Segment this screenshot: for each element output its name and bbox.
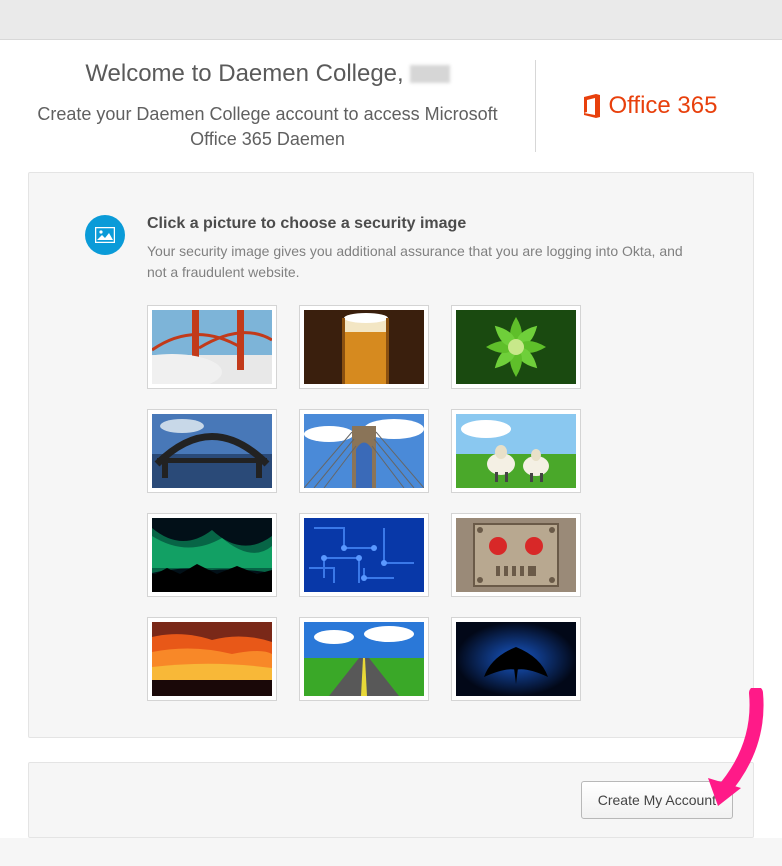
security-text-block: Click a picture to choose a security ima… <box>147 215 697 283</box>
security-image-circuit-board[interactable] <box>299 513 429 597</box>
security-image-green-succulent[interactable] <box>451 305 581 389</box>
security-image-aurora-borealis[interactable] <box>147 513 277 597</box>
security-image-grid <box>147 305 697 701</box>
welcome-title: Welcome to Daemen College, <box>28 60 507 88</box>
security-description: Your security image gives you additional… <box>147 241 697 283</box>
header-divider <box>535 60 536 152</box>
security-image-sunset-clouds[interactable] <box>147 617 277 701</box>
welcome-prefix: Welcome to Daemen College, <box>85 60 403 88</box>
username-redacted <box>410 65 450 83</box>
security-card: Click a picture to choose a security ima… <box>28 172 754 738</box>
security-image-beer-glass[interactable] <box>299 305 429 389</box>
picture-icon <box>85 215 125 255</box>
page: Welcome to Daemen College, Create your D… <box>0 40 782 838</box>
security-image-golden-gate-bridge[interactable] <box>147 305 277 389</box>
security-image-brooklyn-bridge[interactable] <box>299 409 429 493</box>
security-image-robot-face[interactable] <box>451 513 581 597</box>
office365-logo: Office 365 <box>581 92 718 120</box>
security-image-sheep-field[interactable] <box>451 409 581 493</box>
security-card-header: Click a picture to choose a security ima… <box>85 215 697 283</box>
footer-card: Create My Account <box>28 762 754 838</box>
content: Click a picture to choose a security ima… <box>0 172 782 838</box>
office365-text: Office 365 <box>609 92 718 120</box>
security-image-open-road[interactable] <box>299 617 429 701</box>
header-left: Welcome to Daemen College, Create your D… <box>28 60 527 152</box>
header-brand: Office 365 <box>544 60 754 152</box>
security-image-harbour-bridge[interactable] <box>147 409 277 493</box>
create-account-button[interactable]: Create My Account <box>581 781 733 819</box>
welcome-subtitle: Create your Daemen College account to ac… <box>28 102 507 152</box>
header: Welcome to Daemen College, Create your D… <box>0 40 782 172</box>
office-icon <box>581 93 603 119</box>
top-bar <box>0 0 782 40</box>
security-title: Click a picture to choose a security ima… <box>147 215 697 233</box>
security-image-manta-ray[interactable] <box>451 617 581 701</box>
